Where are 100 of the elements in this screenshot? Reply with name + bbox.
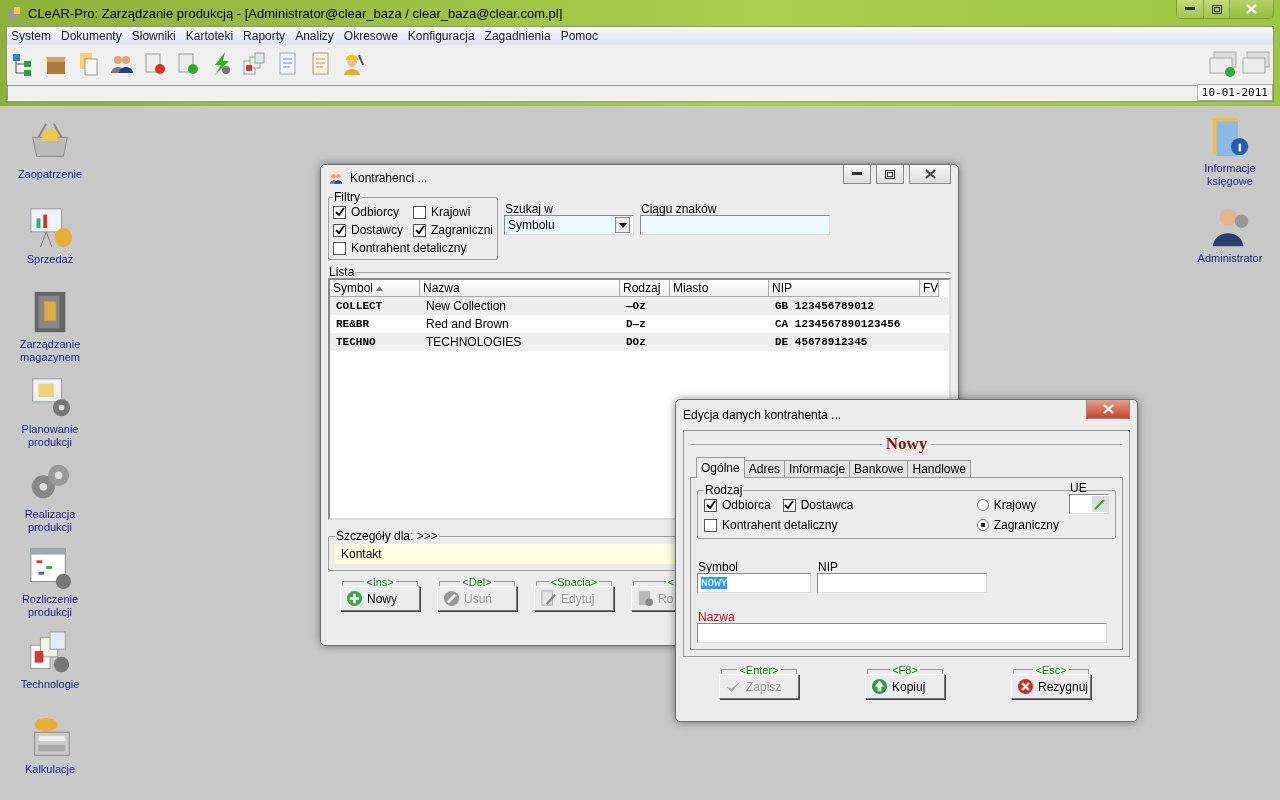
cancel-button[interactable]: Rezygnuj [1011, 674, 1091, 699]
add-button[interactable]: Nowy [340, 586, 420, 611]
table-row[interactable]: COLLECT New Collection —Oz GB 123456789012 [330, 297, 949, 315]
field-label: NIP [817, 561, 839, 573]
checkbox[interactable] [413, 205, 426, 219]
close-button[interactable] [909, 165, 951, 184]
column-header[interactable]: Rodzaj [620, 280, 670, 297]
radio-label: Krajowy [993, 498, 1037, 512]
minimize-button[interactable] [1177, 0, 1203, 18]
table-cell-text: TECHNOLOGIES [425, 335, 523, 349]
pencil-icon [1092, 496, 1108, 512]
table-cell-text: DOz [625, 336, 647, 348]
menu-item[interactable]: System [7, 29, 57, 43]
shortcut-label[interactable]: Administrator [1197, 252, 1263, 265]
checkbox[interactable] [782, 498, 796, 512]
menu-item[interactable]: Dokumenty [57, 29, 128, 43]
close-icon [924, 169, 936, 179]
column-header[interactable]: Symbol [330, 280, 420, 297]
shortcut-label[interactable]: Zarządzanie magazynem [19, 338, 81, 364]
shortcut-hint: <Del> [461, 576, 493, 588]
tab[interactable]: Ogólne [696, 457, 745, 478]
window-title: CLeAR-Pro: Zarządzanie produkcją - [Administrator@clear_baza / clear_baza@clear.com.pl] [28, 5, 564, 21]
calendar-icon[interactable] [27, 545, 73, 591]
table-cell-text: Red and Brown [425, 317, 510, 331]
checkbox-label: Kontrahent detaliczny [351, 241, 467, 255]
dialog-title: Kontrahenci ... [350, 171, 429, 185]
tab[interactable]: Bankowe [849, 460, 909, 478]
checkbox[interactable] [704, 518, 717, 532]
checkbox[interactable] [333, 205, 346, 219]
table-row[interactable]: TECHNO TECHNOLOGIES DOz DE 45678912345 [330, 333, 949, 351]
checkbox[interactable] [704, 498, 717, 512]
region-radio[interactable]: Krajowy [976, 496, 1059, 514]
users-icon [328, 171, 344, 185]
close-icon [1102, 404, 1114, 414]
shortcut-label[interactable]: Zaopatrzenie [17, 168, 83, 181]
column-header[interactable]: Miasto [670, 280, 769, 297]
copy-button[interactable]: Kopiuj [865, 674, 945, 699]
menu-item[interactable]: Okresowe [339, 29, 404, 43]
menu-item[interactable]: Zagadnienia [480, 29, 557, 43]
table-cell-text: TECHNO [335, 336, 377, 348]
shortcut-label[interactable]: Sprzedaż [26, 253, 74, 266]
checkbox[interactable] [413, 223, 426, 237]
type-checkbox[interactable]: Dostawca [782, 496, 854, 514]
maximize-icon [885, 169, 895, 179]
text-field[interactable] [817, 573, 987, 593]
sort-icon [376, 286, 383, 291]
shortcut-label[interactable]: Rozliczenie produkcji [21, 593, 79, 619]
region-radio[interactable]: Zagraniczny [976, 516, 1059, 534]
filter-checkbox-label[interactable]: Krajowi [413, 203, 493, 221]
checkbox-label: Odbiorcy [351, 205, 400, 219]
column-header[interactable]: Nazwa [420, 280, 620, 297]
column-header[interactable]: NIP [769, 280, 920, 297]
table-cell-text: D—z [625, 318, 647, 330]
dialog-title: Edycja danych kontrahenta ... [683, 408, 843, 422]
menu-item[interactable]: Analizy [291, 29, 340, 43]
checkbox-label: Krajowi [431, 205, 471, 219]
field-label: Nazwa [697, 611, 736, 623]
ue-field[interactable] [1069, 494, 1109, 514]
radio-button[interactable] [976, 499, 989, 511]
maximize-button[interactable] [876, 165, 904, 184]
eraser-icon [443, 590, 460, 607]
checkbox[interactable] [333, 241, 346, 255]
tab[interactable]: Informacje [784, 460, 851, 478]
group-label: Szczegóły dla: >>> [335, 530, 439, 542]
app-icon [6, 5, 22, 21]
shortcut-label[interactable]: Planowanie produkcji [21, 423, 79, 449]
type-checkbox[interactable]: Odbiorca [704, 496, 771, 514]
filter-checkbox-label[interactable]: Kontrahent detaliczny [333, 239, 493, 257]
shortcut-label[interactable]: Realizacja produkcji [24, 508, 76, 534]
shortcut-hint: <F8> [891, 664, 919, 676]
column-header[interactable]: FV [920, 280, 939, 297]
dropdown-arrow-icon [618, 222, 627, 228]
close-button[interactable] [1086, 400, 1130, 419]
field-label: UE [1069, 482, 1088, 494]
table-cell-text: GB 123456789012 [774, 300, 876, 312]
group-label: Lista [328, 266, 356, 278]
tab[interactable]: Handlowe [907, 460, 971, 478]
radio-button[interactable] [976, 519, 989, 531]
plus-icon [346, 590, 363, 607]
menu-item[interactable]: Kartoteki [181, 29, 240, 43]
table-cell-text: —Oz [625, 300, 647, 312]
shortcut-label[interactable]: Technologie [20, 678, 80, 691]
text-field[interactable] [697, 623, 1107, 643]
search-field[interactable] [640, 215, 830, 235]
menu-item[interactable]: Pomoc [556, 29, 604, 43]
filter-checkbox-label[interactable]: Zagraniczni [413, 221, 493, 239]
shortcut-hint: <Enter> [738, 664, 780, 676]
menu-item[interactable]: Raporty [239, 29, 292, 43]
minimize-button[interactable] [843, 165, 871, 184]
filter-checkbox-label[interactable]: Odbiorcy [333, 203, 407, 221]
checkbox[interactable] [333, 223, 346, 237]
maximize-button[interactable] [1203, 0, 1229, 18]
shortcut-label[interactable]: Kalkulacje [24, 763, 76, 776]
tab[interactable]: Adres [743, 460, 786, 478]
search-in-dropdown[interactable]: Symbolu [504, 215, 634, 235]
menu-item[interactable]: Słowniki [127, 29, 182, 43]
shortcut-label[interactable]: Informacje księgowe [1204, 162, 1256, 188]
filter-checkbox-label[interactable]: Dostawcy [333, 221, 407, 239]
menu-item[interactable]: Konfiguracja [403, 29, 481, 43]
type-checkbox[interactable]: Kontrahent detaliczny [704, 516, 838, 534]
